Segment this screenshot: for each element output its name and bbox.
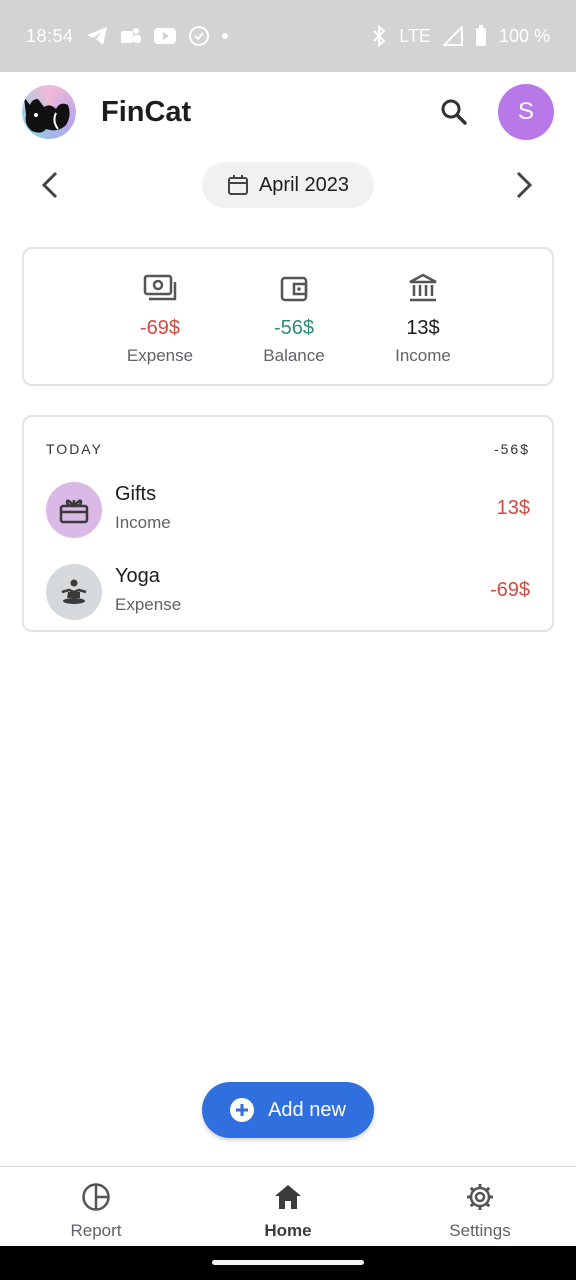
group-label: TODAY — [46, 441, 103, 457]
transaction-amount: -69$ — [489, 579, 530, 601]
telegram-icon — [86, 26, 108, 46]
nav-label-home: Home — [264, 1221, 312, 1240]
home-gesture-handle[interactable] — [212, 1260, 364, 1265]
status-bar: 18:54 LTE 100 % — [0, 0, 576, 72]
search-icon — [441, 99, 467, 125]
bank-icon — [363, 271, 483, 305]
transaction-type: Expense — [115, 595, 182, 614]
cat-logo-icon — [22, 85, 76, 139]
battery-icon — [475, 25, 487, 47]
transaction-title: Yoga — [115, 565, 160, 587]
calendar-icon — [227, 175, 248, 195]
transaction-title: Gifts — [115, 483, 157, 505]
signal-icon — [442, 26, 463, 46]
home-icon — [228, 1181, 348, 1213]
balance-value: -56$ — [273, 317, 315, 339]
summary-card: -69$ Expense -56$ Balance 13$ Income — [22, 247, 554, 386]
month-navigation: April 2023 — [0, 160, 576, 210]
battery-level: 100 % — [498, 25, 550, 46]
month-selector[interactable]: April 2023 — [202, 162, 374, 208]
transactions-card: TODAY -56$ Gifts Income 13$ Yoga Expense… — [22, 415, 554, 632]
chevron-right-icon — [516, 171, 533, 199]
income-label: Income — [395, 346, 451, 365]
transaction-amount: 13$ — [496, 497, 530, 519]
income-value: 13$ — [406, 317, 440, 339]
nav-item-report[interactable]: Report — [36, 1181, 156, 1241]
chevron-left-icon — [41, 171, 58, 199]
add-new-label: Add new — [268, 1098, 346, 1121]
nav-label-settings: Settings — [449, 1221, 511, 1240]
transaction-type: Income — [115, 513, 171, 532]
wallet-icon — [234, 271, 354, 305]
transaction-row[interactable]: Yoga Expense -69$ — [24, 561, 552, 623]
gear-icon — [420, 1181, 540, 1213]
nav-item-home[interactable]: Home — [228, 1181, 348, 1241]
status-time: 18:54 — [26, 25, 74, 46]
income-summary: 13$ Income — [363, 271, 483, 366]
gift-icon — [46, 482, 102, 538]
add-new-button[interactable]: Add new — [202, 1082, 374, 1138]
youtube-icon — [153, 27, 176, 45]
app-title: FinCat — [101, 95, 192, 128]
network-type: LTE — [399, 25, 431, 46]
app-bar: FinCat S — [0, 72, 576, 152]
balance-summary: -56$ Balance — [234, 271, 354, 366]
group-total: -56$ — [493, 441, 530, 457]
avatar-letter: S — [517, 98, 534, 125]
search-button[interactable] — [430, 88, 478, 136]
expense-label: Expense — [126, 346, 194, 365]
plus-circle-icon — [230, 1098, 255, 1122]
status-bar-left: 18:54 — [26, 25, 228, 47]
balance-label: Balance — [263, 346, 325, 365]
expense-value: -69$ — [139, 317, 181, 339]
yoga-icon — [46, 564, 102, 620]
user-avatar[interactable]: S — [498, 84, 554, 140]
bluetooth-icon — [371, 25, 387, 47]
status-bar-right: LTE 100 % — [371, 25, 550, 47]
nav-item-settings[interactable]: Settings — [420, 1181, 540, 1241]
system-navigation-bar — [0, 1246, 576, 1280]
previous-month-button[interactable] — [30, 165, 70, 205]
expense-summary: -69$ Expense — [100, 271, 220, 366]
pie-chart-icon — [36, 1181, 156, 1213]
bottom-navigation: Report Home Settings — [0, 1166, 576, 1246]
teams-icon — [120, 26, 142, 46]
next-month-button[interactable] — [504, 165, 544, 205]
dot-icon — [221, 33, 228, 39]
cash-icon — [100, 271, 220, 305]
month-label: April 2023 — [258, 173, 350, 196]
transaction-group-header: TODAY -56$ — [46, 441, 530, 457]
check-circle-icon — [188, 25, 210, 47]
transaction-row[interactable]: Gifts Income 13$ — [24, 479, 552, 541]
nav-label-report: Report — [70, 1221, 122, 1240]
